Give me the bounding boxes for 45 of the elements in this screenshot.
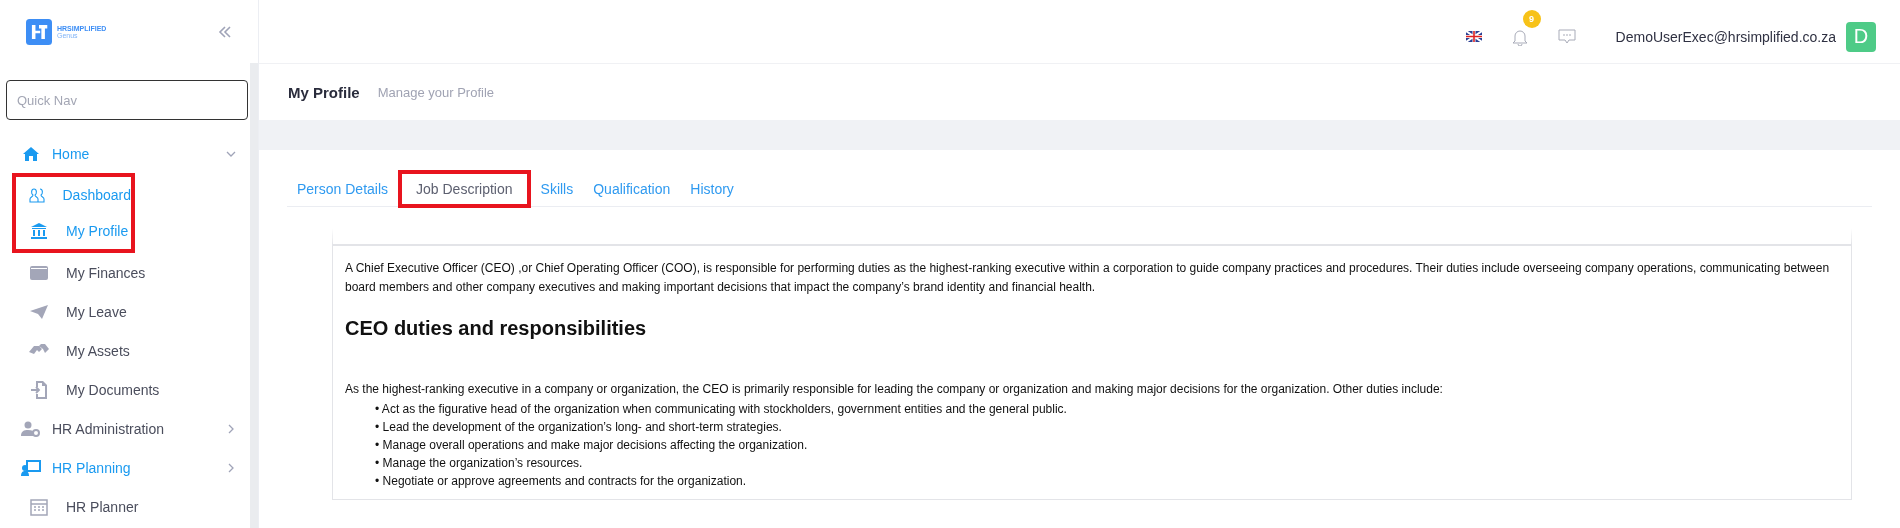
calendar-icon (30, 497, 48, 516)
sidebar-item[interactable]: HR Planner (6, 487, 250, 526)
bullet-item: • Negotiate or approve agreements and contracts for the organization. (374, 473, 748, 490)
sidebar-item[interactable]: My Assets (6, 331, 250, 370)
bullet-item: • Act as the figurative head of the organization when communicating with stockholders, government entities and the general public. (374, 401, 1068, 418)
lead-paragraph: As the highest-ranking executive in a company or organization, the CEO is primarily responsible for leading the company or organization and making major decisions for the organization. Other duties include: (345, 381, 1444, 398)
presenter-icon (21, 459, 41, 476)
tab[interactable]: Qualification (583, 173, 681, 205)
tab[interactable]: Person Details (287, 173, 399, 205)
paper-plane-icon (30, 304, 48, 319)
bank-icon (30, 223, 48, 239)
tab[interactable]: History (680, 173, 744, 205)
chevron-right-icon (226, 423, 236, 434)
sidebar-item[interactable]: Home (6, 134, 250, 173)
flag-icon[interactable] (1465, 31, 1482, 42)
section-heading: CEO duties and responsibilities (345, 317, 648, 340)
quick-nav-field[interactable]: Quick Nav (6, 80, 248, 120)
chevron-right-icon (226, 462, 236, 473)
page-subtitle: Manage your Profile (377, 84, 495, 100)
notification-badge: 9 (1522, 9, 1541, 28)
sidebar-item[interactable]: Dashboard (16, 177, 131, 213)
sidebar-item[interactable]: My Documents (6, 370, 250, 409)
document-icon (31, 380, 47, 399)
bell-icon[interactable] (1511, 27, 1528, 46)
user-avatar[interactable]: D (1846, 21, 1876, 52)
page-title: My Profile (288, 83, 360, 101)
sidebar-item[interactable]: My Finances (6, 253, 250, 292)
wallet-icon (30, 265, 48, 280)
bullet-item: • Manage the organization’s resources. (374, 455, 584, 472)
intro-paragraph: A Chief Executive Officer (CEO) ,or Chief Operating Officer (COO), is responsible for performing duties as the highest-ranking executive within a corporation to guide company practices and procedures. Their duties include overseeing company operations, communicating between board members and other company executives and making important decisions that impact the company’s brand identity and financial health. (345, 260, 1831, 296)
tab[interactable]: Job Description (398, 170, 531, 208)
home-icon (22, 145, 40, 162)
users-icon (28, 187, 47, 203)
logo-icon (26, 18, 52, 45)
sidebar-item[interactable]: HR Administration (6, 409, 250, 448)
tab[interactable]: Skills (530, 173, 584, 205)
bullet-item: • Manage overall operations and make major decisions affecting the organization. (374, 437, 809, 454)
chat-icon[interactable] (1557, 28, 1576, 45)
bullet-item: • Lead the development of the organization’s long- and short-term strategies. (374, 419, 783, 436)
user-email[interactable]: DemoUserExec@hrsimplified.co.za (1615, 28, 1836, 45)
user-gear-icon (21, 420, 41, 437)
sidebar-item[interactable]: My Leave (6, 292, 250, 331)
sidebar-item[interactable]: My Profile (16, 213, 131, 249)
sidebar-item[interactable]: HR Planning (6, 448, 250, 487)
collapse-icon[interactable] (218, 25, 232, 38)
